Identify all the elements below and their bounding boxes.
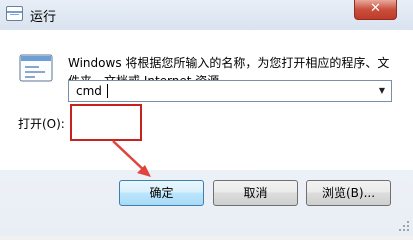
- title-bar[interactable]: 运行 ✕: [0, 0, 413, 30]
- open-label: 打开(O):: [18, 117, 65, 131]
- run-program-icon: [19, 54, 53, 82]
- close-button[interactable]: ✕: [354, 0, 397, 20]
- highlight-box: [70, 104, 142, 141]
- browse-button[interactable]: 浏览(B)...: [306, 180, 391, 206]
- run-dialog: 运行 ✕ Windows 将根据您所输入的名称，为您打开相应的程序、文件夹、文档…: [0, 0, 413, 236]
- window-title: 运行: [30, 10, 57, 25]
- cancel-button[interactable]: 取消: [213, 180, 298, 206]
- open-input[interactable]: cmd: [76, 84, 102, 98]
- ok-button[interactable]: 确定: [119, 180, 204, 206]
- dropdown-arrow-icon[interactable]: ▼: [375, 83, 389, 99]
- pointer-arrow-icon: [112, 140, 151, 177]
- resize-grip-icon[interactable]: [398, 220, 410, 232]
- run-dialog-icon: [6, 6, 23, 21]
- open-combobox[interactable]: cmd ▼: [68, 80, 392, 102]
- text-caret: [107, 84, 108, 98]
